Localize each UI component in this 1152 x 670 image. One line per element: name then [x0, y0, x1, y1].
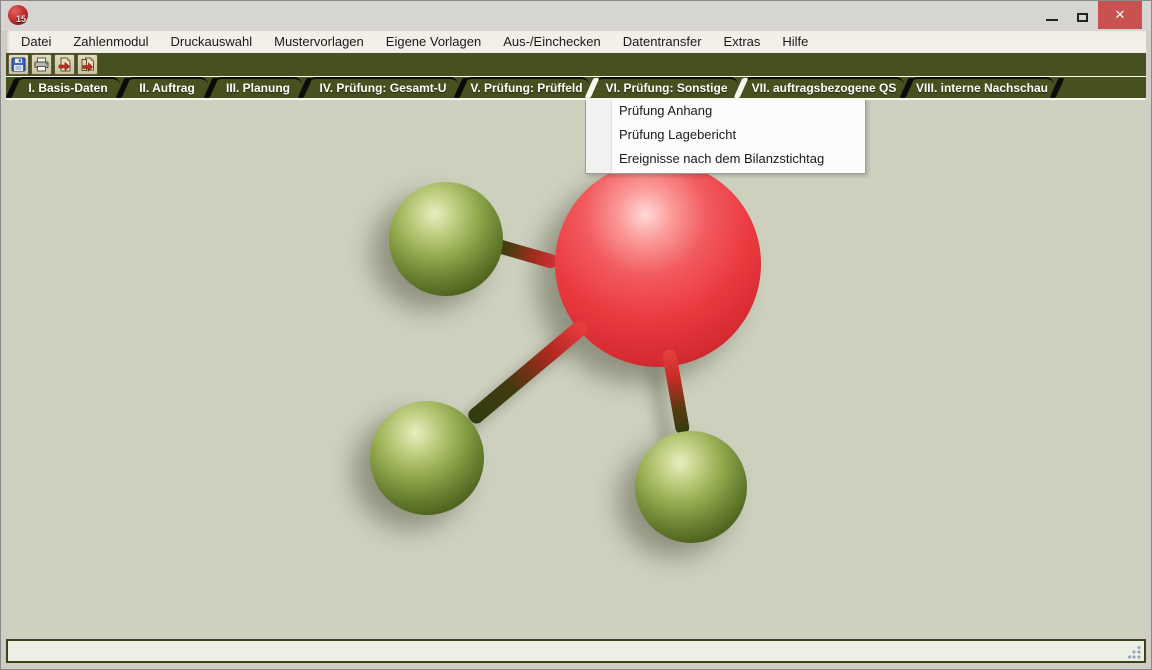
- window-controls: ✕: [1036, 1, 1142, 29]
- tab-auftragsbezogene-qs[interactable]: VII. auftragsbezogene QS: [744, 77, 904, 98]
- application-window: 15 ✕ Datei Zahlenmodul Druckauswahl Must…: [0, 0, 1152, 670]
- tab-planung[interactable]: III. Planung: [214, 77, 302, 98]
- content-area: Prüfung Anhang Prüfung Lagebericht Ereig…: [6, 100, 1146, 635]
- window-body: Datei Zahlenmodul Druckauswahl Mustervor…: [6, 31, 1146, 663]
- checkin-document-icon: [80, 57, 95, 72]
- toolbar: [6, 53, 1146, 77]
- tab-pruefung-gesamt-u[interactable]: IV. Prüfung: Gesamt-U: [308, 77, 458, 98]
- menu-druckauswahl[interactable]: Druckauswahl: [160, 31, 264, 53]
- checkout-button[interactable]: [54, 54, 75, 75]
- menu-datei[interactable]: Datei: [10, 31, 62, 53]
- minimize-icon: [1046, 19, 1058, 21]
- tab-auftrag[interactable]: II. Auftrag: [126, 77, 208, 98]
- tab-interne-nachschau[interactable]: VIII. interne Nachschau: [910, 77, 1054, 98]
- molecule-sphere-green: [389, 182, 503, 296]
- save-button[interactable]: [8, 54, 29, 75]
- print-icon: [34, 57, 49, 72]
- menu-item-pruefung-anhang[interactable]: Prüfung Anhang: [586, 100, 865, 123]
- molecule-sphere-red: [555, 161, 761, 367]
- maximize-icon: [1077, 13, 1088, 22]
- maximize-button[interactable]: [1067, 1, 1098, 29]
- tab-basis-daten[interactable]: I. Basis-Daten: [16, 77, 120, 98]
- tab-bar: I. Basis-Daten II. Auftrag III. Planung …: [6, 77, 1146, 98]
- checkout-document-icon: [57, 57, 72, 72]
- tab-dropdown-menu: Prüfung Anhang Prüfung Lagebericht Ereig…: [585, 100, 866, 174]
- menu-mustervorlagen[interactable]: Mustervorlagen: [263, 31, 375, 53]
- title-bar: 15 ✕: [1, 1, 1151, 31]
- minimize-button[interactable]: [1036, 1, 1067, 29]
- print-button[interactable]: [31, 54, 52, 75]
- menu-eigene-vorlagen[interactable]: Eigene Vorlagen: [375, 31, 492, 53]
- checkin-button[interactable]: [77, 54, 98, 75]
- molecule-sphere-green: [635, 431, 747, 543]
- molecule-bond: [465, 318, 590, 427]
- close-button[interactable]: ✕: [1098, 1, 1142, 29]
- save-icon: [11, 57, 26, 72]
- menu-zahlenmodul[interactable]: Zahlenmodul: [62, 31, 159, 53]
- molecule-sphere-green: [370, 401, 484, 515]
- menu-item-ereignisse-bilanzstichtag[interactable]: Ereignisse nach dem Bilanzstichtag: [586, 147, 865, 171]
- app-icon: 15: [8, 5, 28, 25]
- resize-grip[interactable]: [1128, 646, 1142, 660]
- menu-datentransfer[interactable]: Datentransfer: [612, 31, 713, 53]
- menu-aus-einchecken[interactable]: Aus-/Einchecken: [492, 31, 612, 53]
- menu-item-pruefung-lagebericht[interactable]: Prüfung Lagebericht: [586, 123, 865, 147]
- status-bar: [6, 639, 1146, 663]
- menu-bar: Datei Zahlenmodul Druckauswahl Mustervor…: [6, 31, 1146, 53]
- tab-pruefung-sonstige-active[interactable]: VI. Prüfung: Sonstige: [595, 77, 738, 98]
- menu-extras[interactable]: Extras: [713, 31, 772, 53]
- menu-hilfe[interactable]: Hilfe: [771, 31, 819, 53]
- tab-pruefung-prueffeld[interactable]: V. Prüfung: Prüffeld: [464, 77, 589, 98]
